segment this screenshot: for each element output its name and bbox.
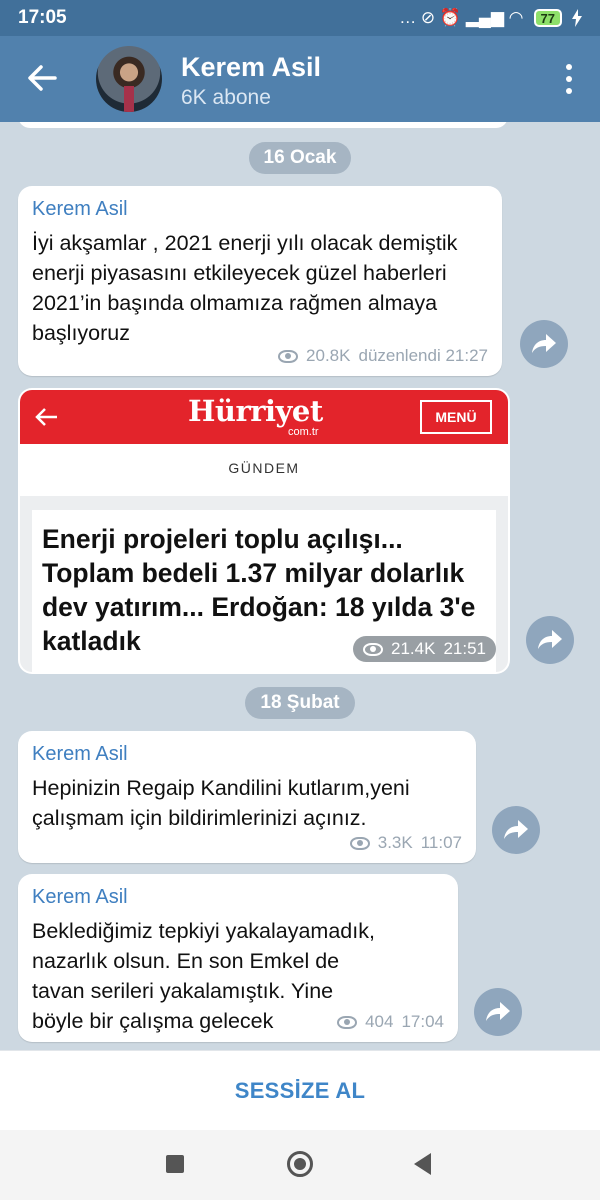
views-icon <box>363 642 384 656</box>
message-time: düzenlendi 21:27 <box>358 346 488 365</box>
back-arrow-icon <box>28 65 57 91</box>
channel-header: Kerem Asil 6K abone <box>0 36 600 122</box>
message-sender[interactable]: Kerem Asil <box>32 198 128 221</box>
message-bubble[interactable]: Kerem Asil Beklediğimiz tepkiyi yakalaya… <box>18 874 458 1042</box>
share-arrow-icon <box>486 1002 510 1021</box>
message-text: İyi akşamlar , 2021 enerji yılı olacak d… <box>32 231 458 345</box>
message-meta: 3.3K 11:07 <box>349 833 462 853</box>
hurriyet-logo-sub: com.tr <box>288 426 319 438</box>
system-back-icon[interactable] <box>414 1153 431 1175</box>
date-separator: 16 Ocak <box>249 142 351 174</box>
dot-icon <box>566 64 572 70</box>
share-button[interactable] <box>520 320 568 368</box>
view-count: 20.8K <box>306 346 351 365</box>
view-count: 404 <box>365 1012 394 1031</box>
views-icon <box>349 836 370 850</box>
avatar-tie <box>124 86 134 112</box>
message-time: 21:51 <box>443 639 486 658</box>
hurriyet-section: GÜNDEM <box>228 460 300 476</box>
dot-icon <box>566 76 572 82</box>
image-message[interactable]: Hürriyet com.tr MENÜ GÜNDEM Enerji proje… <box>18 388 510 674</box>
message-time: 11:07 <box>420 833 462 852</box>
share-arrow-icon <box>538 630 562 649</box>
previous-message-bubble[interactable] <box>18 122 508 128</box>
hurriyet-back-icon <box>32 402 62 432</box>
share-button[interactable] <box>526 616 574 664</box>
home-icon[interactable] <box>287 1151 313 1177</box>
avatar[interactable] <box>96 46 162 112</box>
status-indicators: … ⊘ ⏰ ▂▄▆ ◠ 77 <box>399 8 582 28</box>
image-meta: 21.4K 21:51 <box>353 636 496 662</box>
views-icon <box>337 1015 358 1029</box>
share-arrow-icon <box>532 334 556 353</box>
share-button[interactable] <box>492 806 540 854</box>
recent-apps-icon[interactable] <box>166 1155 184 1173</box>
dot-icon <box>566 88 572 94</box>
status-icons: … ⊘ ⏰ ▂▄▆ ◠ <box>399 8 524 27</box>
charging-icon <box>572 9 582 27</box>
share-arrow-icon <box>504 820 528 839</box>
hurriyet-header: Hürriyet com.tr MENÜ <box>20 390 508 444</box>
status-bar: 17:05 … ⊘ ⏰ ▂▄▆ ◠ 77 <box>0 0 600 36</box>
views-icon <box>278 349 299 363</box>
message-meta: 20.8K düzenlendi 21:27 <box>278 346 488 366</box>
back-button[interactable] <box>22 58 62 98</box>
message-text: Beklediğimiz tepkiyi yakalayamadık, naza… <box>32 919 375 1033</box>
message-time: 17:04 <box>401 1012 444 1031</box>
channel-title[interactable]: Kerem Asil <box>181 52 321 83</box>
message-text: Hepinizin Regaip Kandilini kutlarım,yeni… <box>32 776 410 830</box>
message-meta: 404 17:04 <box>337 1012 444 1032</box>
hurriyet-menu: MENÜ <box>420 400 492 434</box>
chat-area[interactable]: 16 Ocak Kerem Asil İyi akşamlar , 2021 e… <box>0 122 600 1050</box>
hurriyet-logo: Hürriyet <box>188 394 323 428</box>
date-separator: 18 Şubat <box>245 687 355 719</box>
system-nav-bar <box>0 1130 600 1200</box>
message-sender[interactable]: Kerem Asil <box>32 743 128 766</box>
message-bubble[interactable]: Kerem Asil İyi akşamlar , 2021 enerji yı… <box>18 186 502 376</box>
view-count: 3.3K <box>377 833 413 852</box>
battery-icon: 77 <box>533 9 562 27</box>
mute-button[interactable]: SESSİZE AL <box>235 1078 366 1104</box>
status-time: 17:05 <box>18 7 67 28</box>
message-sender[interactable]: Kerem Asil <box>32 886 128 909</box>
share-button[interactable] <box>474 988 522 1036</box>
view-count: 21.4K <box>391 639 436 658</box>
hurriyet-section-bar: GÜNDEM <box>20 444 508 496</box>
more-options-button[interactable] <box>564 64 574 94</box>
article-screenshot[interactable]: Hürriyet com.tr MENÜ GÜNDEM Enerji proje… <box>20 390 508 672</box>
bottom-action-bar: SESSİZE AL <box>0 1050 600 1130</box>
message-bubble[interactable]: Kerem Asil Hepinizin Regaip Kandilini ku… <box>18 731 476 863</box>
subscriber-count: 6K abone <box>181 86 271 109</box>
